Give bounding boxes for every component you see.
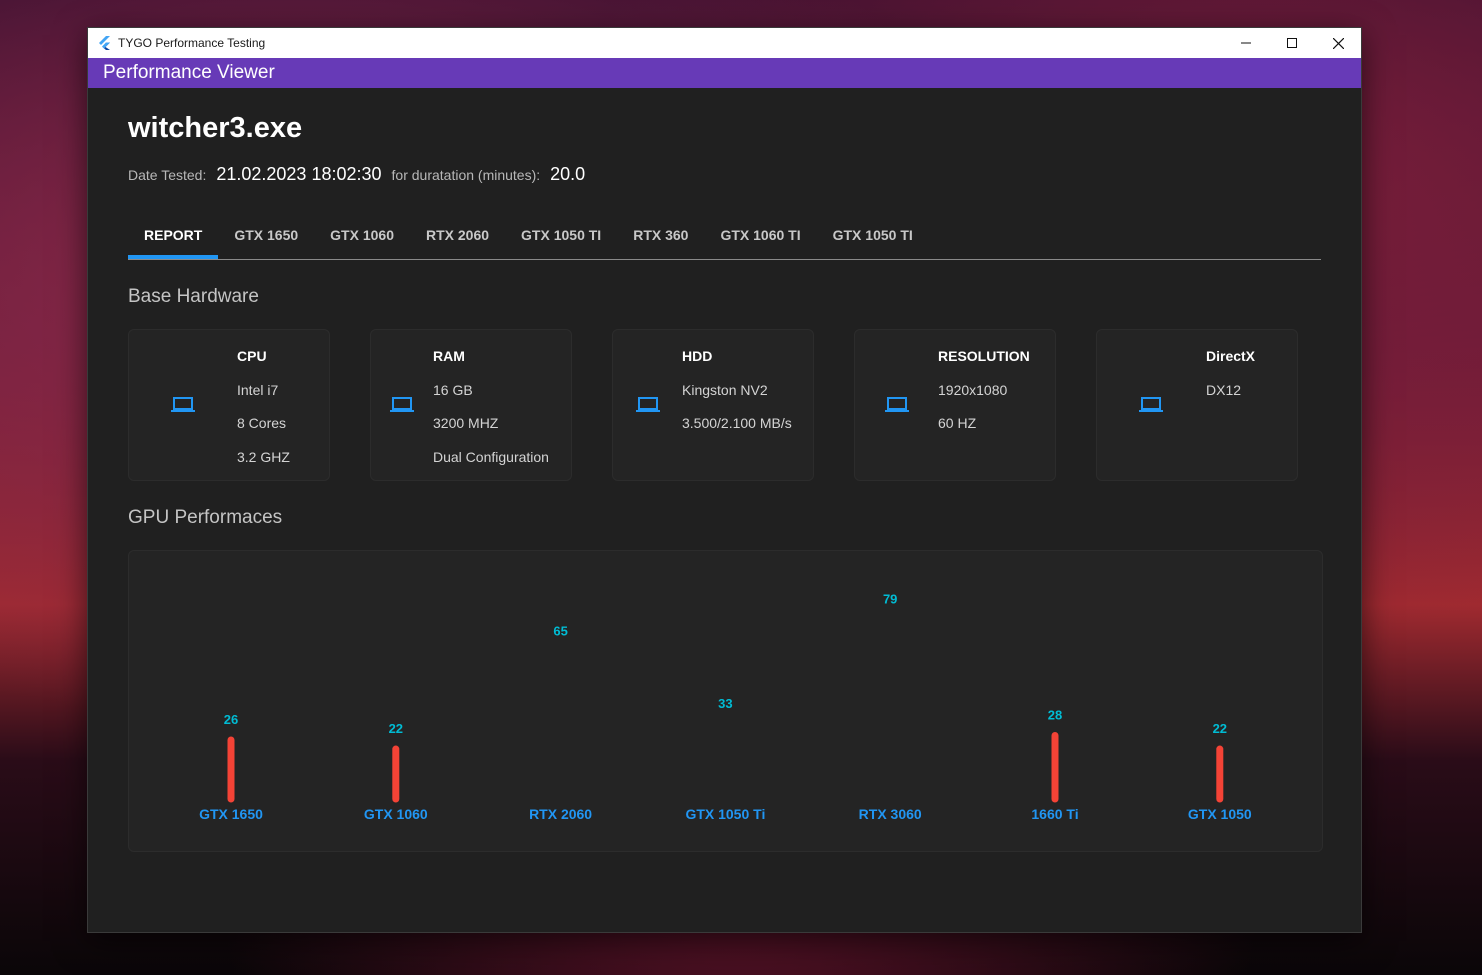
page-title: witcher3.exe — [128, 112, 303, 144]
hardware-title: DirectX — [1206, 348, 1256, 364]
hardware-title: HDD — [682, 348, 713, 364]
tab-gtx-1050-ti[interactable]: GTX 1050 TI — [505, 210, 617, 259]
bar-value-label: 26 — [224, 712, 238, 727]
maximize-button[interactable] — [1269, 28, 1315, 58]
hardware-title: RESOLUTION — [938, 348, 1030, 364]
category-label: RTX 2060 — [529, 806, 592, 822]
laptop-icon — [885, 396, 909, 419]
hardware-text: RAM 16 GB 3200 MHZ Dual Configuration — [433, 348, 549, 469]
bar-value-label: 79 — [883, 592, 897, 607]
hardware-cards: CPU Intel i7 8 Cores 3.2 GHZ RAM 16 GB 3… — [128, 329, 1321, 481]
duration-value: 20.0 — [550, 164, 586, 184]
hardware-line: 8 Cores — [237, 415, 287, 431]
hardware-text: RESOLUTION 1920x1080 60 HZ — [938, 348, 1030, 435]
gpu-bar-chart: 26 GTX 1650 22 GTX 1060 65 RTX 2060 33 GTX 1050… — [128, 550, 1323, 852]
window-title: TYGO Performance Testing — [118, 36, 266, 50]
hardware-text: DirectX DX12 — [1206, 348, 1255, 402]
hardware-title: CPU — [237, 348, 267, 364]
tab-bar: REPORT GTX 1650 GTX 1060 RTX 2060 GTX 10… — [128, 210, 1321, 260]
hardware-title: RAM — [433, 348, 465, 364]
tab-rtx-2060[interactable]: RTX 2060 — [410, 210, 505, 259]
hardware-line: 60 HZ — [938, 415, 977, 431]
tab-report[interactable]: REPORT — [128, 210, 219, 259]
bar-value-label: 22 — [389, 721, 403, 736]
duration-label: for duratation (minutes): — [391, 167, 541, 183]
hardware-card-ram: RAM 16 GB 3200 MHZ Dual Configuration — [370, 329, 572, 481]
tab-gtx-1050-ti-2[interactable]: GTX 1050 TI — [817, 210, 929, 259]
bar-value-label: 28 — [1048, 707, 1062, 722]
app-bar: Performance Viewer — [88, 58, 1361, 88]
hardware-line: Intel i7 — [237, 381, 279, 398]
minimize-button[interactable] — [1223, 28, 1269, 58]
hardware-card-hdd: HDD Kingston NV2 3.500/2.100 MB/s — [612, 329, 814, 481]
main-content: witcher3.exe Date Tested: 21.02.2023 18:… — [88, 112, 1361, 852]
flutter-app-icon — [98, 36, 112, 50]
hardware-line: 16 GB — [433, 381, 473, 398]
bar-value-label: 65 — [553, 623, 567, 638]
category-label: 1660 Ti — [1031, 806, 1078, 822]
hardware-line: 3.2 GHZ — [237, 448, 290, 465]
window-controls — [1223, 28, 1361, 58]
test-meta: Date Tested: 21.02.2023 18:02:30 for dur… — [128, 164, 1321, 190]
category-label: RTX 3060 — [859, 806, 922, 822]
laptop-icon — [390, 396, 414, 419]
chart-canvas: 26 GTX 1650 22 GTX 1060 65 RTX 2060 33 GTX 1050… — [199, 592, 1252, 822]
hardware-text: CPU Intel i7 8 Cores 3.2 GHZ — [237, 348, 290, 469]
laptop-icon — [1139, 396, 1163, 419]
hardware-line: Dual Configuration — [433, 448, 549, 465]
date-label: Date Tested: — [128, 167, 207, 183]
hardware-card-cpu: CPU Intel i7 8 Cores 3.2 GHZ — [128, 329, 330, 481]
hardware-card-directx: DirectX DX12 — [1096, 329, 1298, 481]
hardware-line: Kingston NV2 — [682, 381, 768, 398]
hardware-card-resolution: RESOLUTION 1920x1080 60 HZ — [854, 329, 1056, 481]
laptop-icon — [171, 396, 195, 419]
app-bar-title: Performance Viewer — [103, 62, 275, 83]
hardware-text: HDD Kingston NV2 3.500/2.100 MB/s — [682, 348, 792, 435]
app-window: TYGO Performance Testing Performance Vie… — [87, 27, 1362, 933]
tab-gtx-1650[interactable]: GTX 1650 — [218, 210, 314, 259]
bar-value-label: 33 — [718, 696, 732, 711]
tab-gtx-1060-ti[interactable]: GTX 1060 TI — [704, 210, 816, 259]
category-label: GTX 1060 — [364, 806, 428, 822]
gpu-performance-heading: GPU Performaces — [128, 507, 283, 528]
minimize-icon — [1241, 42, 1251, 44]
hardware-line: 3.500/2.100 MB/s — [682, 415, 792, 431]
hardware-line: 3200 MHZ — [433, 415, 499, 431]
base-hardware-heading: Base Hardware — [128, 286, 259, 307]
category-label: GTX 1050 — [1188, 806, 1252, 822]
date-value: 21.02.2023 18:02:30 — [216, 164, 382, 184]
close-button[interactable] — [1315, 28, 1361, 58]
maximize-icon — [1287, 38, 1297, 48]
title-bar[interactable]: TYGO Performance Testing — [88, 28, 1361, 58]
bar-value-label: 22 — [1213, 721, 1227, 736]
category-label: GTX 1650 — [199, 806, 263, 822]
hardware-line: 1920x1080 — [938, 381, 1008, 398]
hardware-line: DX12 — [1206, 381, 1242, 398]
laptop-icon — [636, 396, 660, 419]
category-label: GTX 1050 Ti — [685, 806, 765, 822]
close-icon — [1332, 37, 1344, 49]
tab-rtx-360[interactable]: RTX 360 — [617, 210, 704, 259]
tab-gtx-1060[interactable]: GTX 1060 — [314, 210, 410, 259]
